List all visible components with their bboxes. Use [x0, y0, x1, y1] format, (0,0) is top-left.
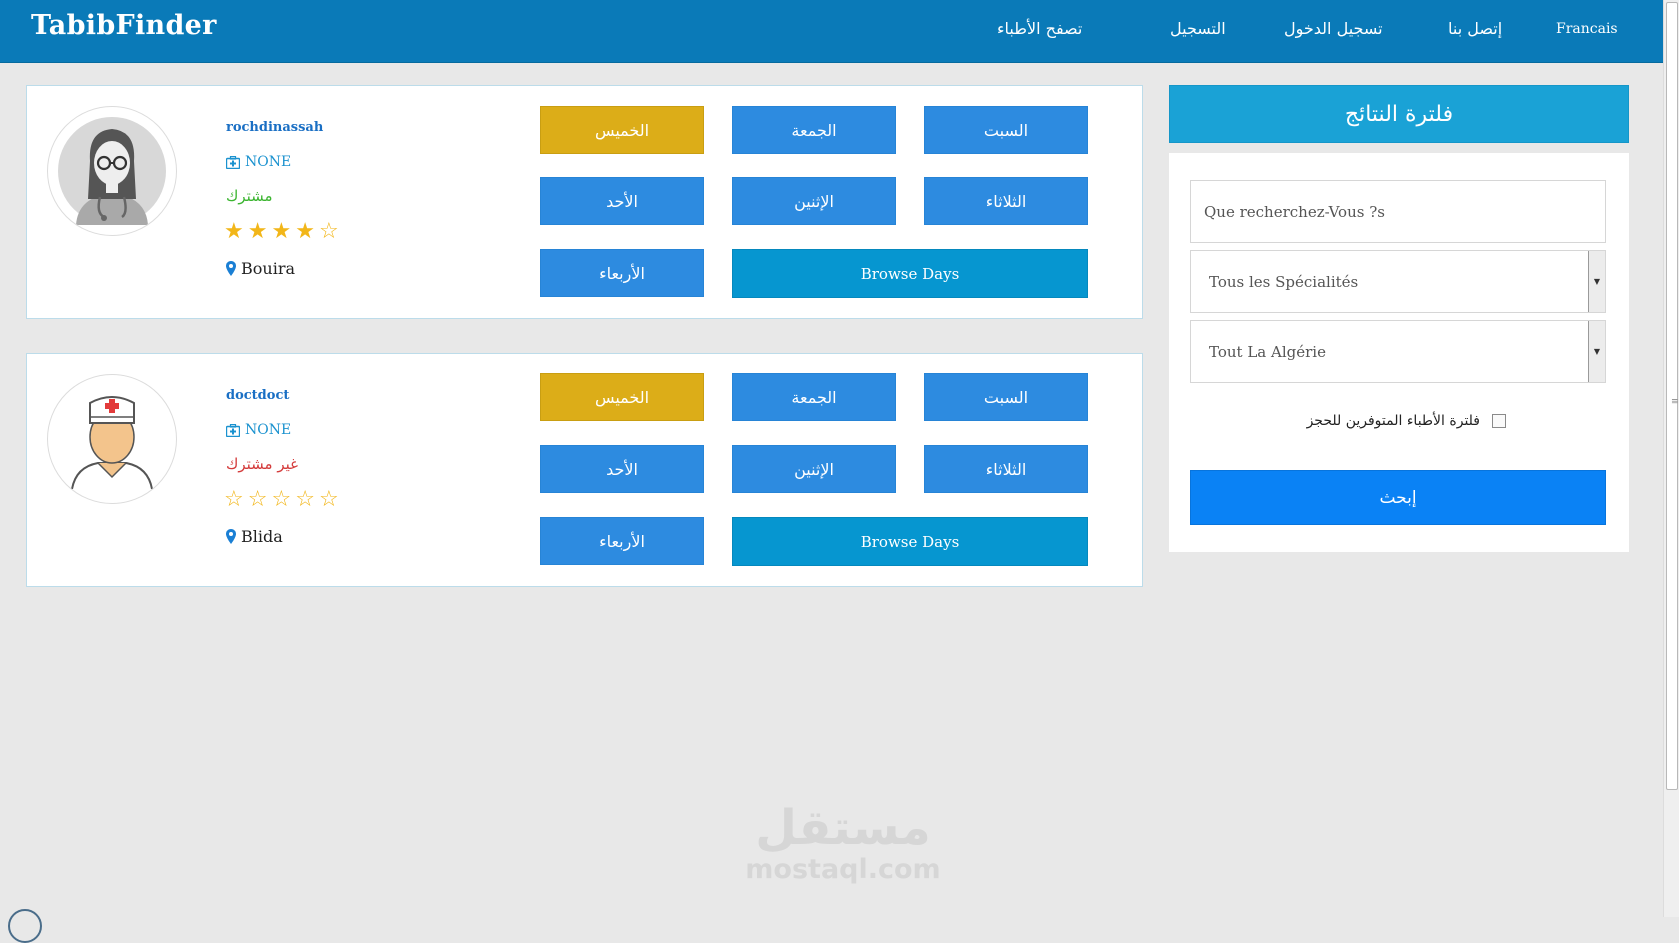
- day-button-thursday[interactable]: الخميس: [540, 106, 704, 154]
- scrollbar-grip-icon: ≡: [1671, 397, 1679, 407]
- brand-logo[interactable]: TabibFinder: [31, 10, 217, 41]
- day-button-tuesday[interactable]: الثلاثاء: [924, 445, 1088, 493]
- scrollbar-thumb[interactable]: ≡: [1666, 2, 1679, 790]
- browse-days-button[interactable]: Browse Days: [732, 517, 1088, 566]
- day-button-wednesday[interactable]: الأربعاء: [540, 517, 704, 565]
- filter-panel-title: فلترة النتائج: [1169, 85, 1629, 143]
- vertical-scrollbar[interactable]: ≡: [1663, 0, 1679, 917]
- available-filter-row: فلترة الأطباء المتوفرين للحجز: [1190, 413, 1606, 429]
- star-empty-icon: ☆: [271, 487, 292, 512]
- filter-panel: Que recherchez-Vous ?s Tous les Spéciali…: [1169, 153, 1629, 552]
- star-empty-icon: ☆: [318, 219, 339, 244]
- day-button-sunday[interactable]: الأحد: [540, 177, 704, 225]
- star-empty-icon: ☆: [318, 487, 339, 512]
- doctor-location-text: Blida: [241, 527, 283, 546]
- doctor-subscription-status: مشترك: [226, 187, 273, 205]
- watermark-latin: mostaql.com: [745, 854, 941, 885]
- region-select[interactable]: Tout La Algérie ▼: [1190, 320, 1606, 383]
- available-filter-checkbox[interactable]: [1492, 414, 1506, 428]
- doctor-speciality-text: NONE: [245, 422, 292, 438]
- day-button-monday[interactable]: الإثنين: [732, 445, 896, 493]
- dropdown-arrow-icon[interactable]: ▼: [1588, 251, 1605, 312]
- doctor-name[interactable]: rochdinassah: [226, 120, 323, 135]
- day-button-saturday[interactable]: السبت: [924, 373, 1088, 421]
- doctor-rating: ☆ ☆ ☆ ☆ ☆: [224, 489, 339, 511]
- doctor-rating: ★ ★ ★ ★ ☆: [224, 221, 339, 243]
- nav-browse-doctors[interactable]: تصفح الأطباء: [997, 19, 1082, 38]
- search-input[interactable]: Que recherchez-Vous ?s: [1190, 180, 1606, 243]
- nav-login[interactable]: تسجيل الدخول: [1284, 19, 1383, 38]
- medical-kit-icon: [226, 155, 240, 169]
- doctor-card: rochdinassah NONE مشترك ★ ★ ★ ★ ☆ Bouira…: [26, 85, 1143, 319]
- star-empty-icon: ☆: [224, 487, 244, 512]
- corner-widget-icon[interactable]: [8, 909, 42, 943]
- star-empty-icon: ☆: [295, 487, 315, 512]
- medical-kit-icon: [226, 423, 240, 437]
- nav-contact[interactable]: إتصل بنا: [1448, 19, 1502, 38]
- watermark: مستقل mostaql.com: [738, 800, 948, 884]
- star-filled-icon: ★: [271, 219, 292, 244]
- browse-days-button[interactable]: Browse Days: [732, 249, 1088, 298]
- star-filled-icon: ★: [224, 219, 244, 244]
- speciality-select-value: Tous les Spécialités: [1209, 272, 1359, 291]
- day-button-saturday[interactable]: السبت: [924, 106, 1088, 154]
- doctor-card: doctdoct NONE غير مشترك ☆ ☆ ☆ ☆ ☆ Blida …: [26, 353, 1143, 587]
- doctor-speciality: NONE: [226, 422, 291, 438]
- nav-language-french[interactable]: Francais: [1556, 21, 1618, 37]
- day-button-wednesday[interactable]: الأربعاء: [540, 249, 704, 297]
- day-button-friday[interactable]: الجمعة: [732, 106, 896, 154]
- region-select-value: Tout La Algérie: [1209, 342, 1326, 361]
- nav-register[interactable]: التسجيل: [1170, 19, 1226, 38]
- dropdown-arrow-icon[interactable]: ▼: [1588, 321, 1605, 382]
- day-button-monday[interactable]: الإثنين: [732, 177, 896, 225]
- day-button-friday[interactable]: الجمعة: [732, 373, 896, 421]
- doctor-speciality-text: NONE: [245, 154, 292, 170]
- doctor-name[interactable]: doctdoct: [226, 388, 289, 403]
- speciality-select[interactable]: Tous les Spécialités ▼: [1190, 250, 1606, 313]
- doctor-location-text: Bouira: [241, 259, 295, 278]
- map-marker-icon: [226, 529, 236, 544]
- day-button-tuesday[interactable]: الثلاثاء: [924, 177, 1088, 225]
- day-button-thursday[interactable]: الخميس: [540, 373, 704, 421]
- doctor-avatar-male: [47, 374, 177, 504]
- search-button[interactable]: إبحث: [1190, 470, 1606, 525]
- doctor-avatar-female: [47, 106, 177, 236]
- map-marker-icon: [226, 261, 236, 276]
- available-filter-label: فلترة الأطباء المتوفرين للحجز: [1306, 413, 1480, 429]
- watermark-arabic: مستقل: [755, 800, 931, 856]
- star-empty-icon: ☆: [247, 487, 268, 512]
- doctor-subscription-status: غير مشترك: [226, 455, 298, 473]
- star-filled-icon: ★: [247, 219, 268, 244]
- day-button-sunday[interactable]: الأحد: [540, 445, 704, 493]
- doctor-speciality: NONE: [226, 154, 291, 170]
- doctor-location: Blida: [226, 527, 283, 546]
- doctor-location: Bouira: [226, 259, 295, 278]
- star-filled-icon: ★: [295, 219, 315, 244]
- navbar: TabibFinder تصفح الأطباء التسجيل تسجيل ا…: [0, 0, 1664, 63]
